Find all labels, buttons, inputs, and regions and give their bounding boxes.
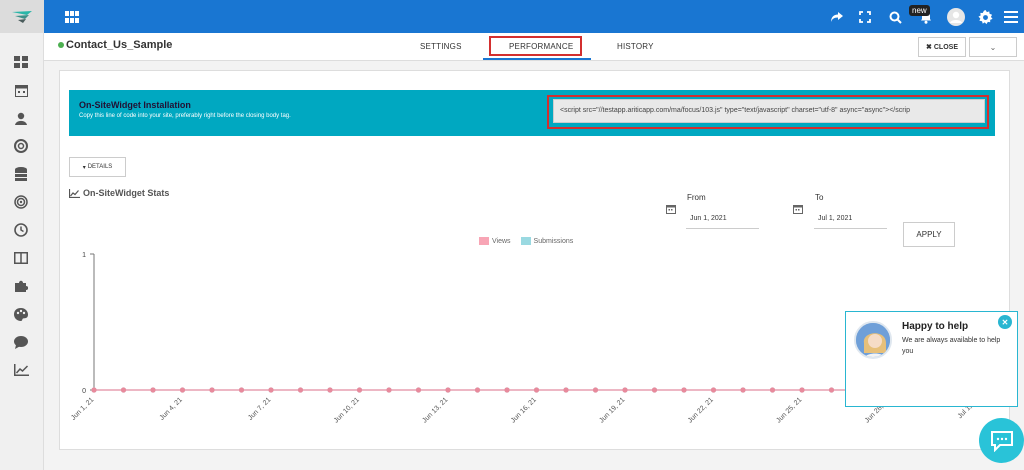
x-tick-label: Jun 1, 21	[70, 396, 95, 421]
dashboard-icon[interactable]	[12, 53, 30, 71]
close-button[interactable]: ✖ CLOSE	[918, 37, 966, 57]
data-point-views	[297, 387, 304, 393]
x-tick-label: Jun 13, 21	[421, 396, 449, 424]
y-tick-label: 0	[82, 388, 86, 395]
notification-new-badge: new	[909, 5, 930, 16]
chat-close-button[interactable]: ✕	[998, 315, 1012, 329]
line-chart-icon[interactable]	[12, 361, 30, 379]
data-point-views	[622, 387, 628, 393]
data-point-views	[740, 387, 746, 393]
data-point-views	[327, 387, 333, 393]
data-point-views	[828, 387, 835, 393]
x-tick-label: Jun 25, 21	[775, 396, 803, 424]
fullscreen-icon[interactable]	[859, 8, 871, 26]
chat-bubble-icon[interactable]	[12, 333, 30, 351]
data-point-views	[474, 387, 481, 393]
active-tab-underline	[483, 58, 591, 60]
data-point-views	[120, 387, 127, 393]
x-tick-label: Jun 10, 21	[333, 396, 361, 424]
x-tick-label: Jun 22, 21	[687, 396, 715, 424]
chat-title: Happy to help	[902, 321, 969, 332]
support-agent-avatar	[854, 321, 892, 359]
columns-icon[interactable]	[12, 249, 30, 267]
hamburger-menu-icon[interactable]	[1004, 8, 1018, 26]
chat-popup: Happy to help We are always available to…	[845, 311, 1018, 407]
data-point-views	[799, 387, 805, 393]
data-point-views	[238, 387, 245, 393]
data-point-views	[179, 387, 186, 393]
data-point-views	[710, 387, 717, 393]
more-actions-dropdown[interactable]: ⌄	[969, 37, 1017, 57]
x-tick-label: Jun 4, 21	[159, 396, 184, 421]
page-title: Contact_Us_Sample	[66, 39, 173, 51]
clock-icon[interactable]	[12, 221, 30, 239]
data-point-views	[681, 387, 687, 393]
y-tick-label: 1	[82, 252, 86, 259]
data-point-views	[504, 387, 510, 393]
data-point-views	[386, 387, 392, 393]
gear-icon[interactable]	[978, 8, 993, 26]
lifebuoy-icon[interactable]	[12, 137, 30, 155]
puzzle-icon[interactable]	[12, 277, 30, 295]
palette-icon[interactable]	[12, 305, 30, 323]
data-point-views	[533, 387, 540, 393]
chat-launcher-button[interactable]	[979, 418, 1024, 463]
close-button-label: CLOSE	[933, 43, 958, 51]
x-tick-label: Jun 16, 21	[510, 396, 538, 424]
data-point-views	[91, 387, 97, 393]
page-header: Contact_Us_Sample SETTINGS PERFORMANCE H…	[44, 33, 1024, 61]
top-bar: new	[44, 0, 1024, 33]
chevron-down-icon: ⌄	[989, 42, 997, 52]
data-point-views	[651, 387, 658, 393]
logo-icon	[12, 10, 32, 23]
database-icon[interactable]	[12, 165, 30, 183]
tab-settings[interactable]: SETTINGS	[420, 42, 462, 51]
data-point-views	[150, 387, 156, 393]
chat-message: We are always available to help you	[902, 337, 1001, 355]
sidebar	[0, 0, 44, 470]
user-icon[interactable]	[12, 109, 30, 127]
data-point-views	[356, 387, 363, 393]
share-icon[interactable]	[830, 8, 844, 26]
close-icon: ✖	[926, 44, 932, 51]
target-icon[interactable]	[12, 193, 30, 211]
close-icon: ✕	[1001, 317, 1009, 327]
tab-history[interactable]: HISTORY	[617, 42, 654, 51]
data-point-views	[592, 387, 599, 393]
data-point-views	[268, 387, 274, 393]
data-point-views	[563, 387, 569, 393]
x-tick-label: Jun 19, 21	[598, 396, 626, 424]
data-point-views	[769, 387, 776, 393]
app-logo[interactable]	[0, 0, 44, 33]
x-tick-label: Jun 7, 21	[247, 396, 272, 421]
apps-grid-icon[interactable]	[65, 8, 79, 26]
data-point-views	[445, 387, 451, 393]
calendar-icon[interactable]	[12, 81, 30, 99]
data-point-views	[209, 387, 215, 393]
user-avatar-icon[interactable]	[947, 8, 965, 26]
chat-bubble-icon	[990, 430, 1013, 452]
search-icon[interactable]	[889, 8, 902, 26]
status-dot	[58, 42, 64, 48]
data-point-views	[415, 387, 422, 393]
performance-tab-highlight	[489, 36, 582, 56]
